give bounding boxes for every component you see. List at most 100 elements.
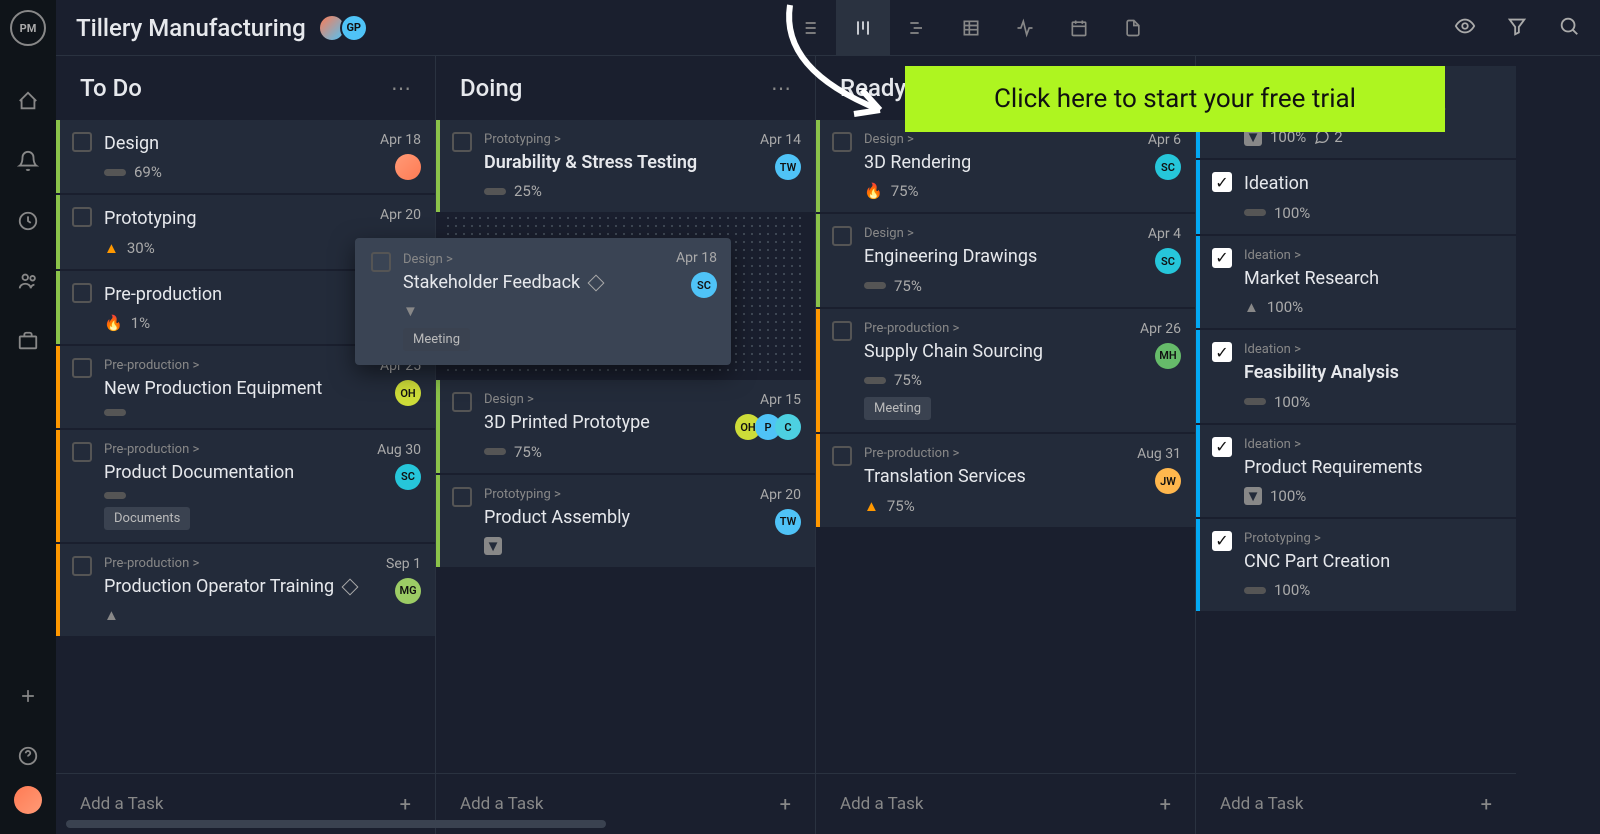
people-icon[interactable] [16,269,40,293]
help-icon[interactable] [16,744,40,768]
assignee-avatar[interactable]: MH [1155,343,1181,369]
card-date: Aug 30 [377,442,421,458]
member-avatar[interactable]: GP [340,14,368,42]
horizontal-scrollbar[interactable] [66,820,606,828]
task-checkbox[interactable] [452,487,472,507]
search-icon[interactable] [1558,15,1580,41]
card-title: 3D Rendering [864,151,971,174]
bell-icon[interactable] [16,149,40,173]
card-title: Engineering Drawings [864,245,1037,268]
assignee-avatar[interactable]: TW [775,154,801,180]
column-menu-icon[interactable]: ⋯ [391,76,411,100]
task-card[interactable]: Pre-production > Supply Chain Sourcing 7… [816,309,1195,432]
plus-icon: + [1481,792,1492,816]
task-card[interactable]: Design 69% Apr 18 [56,120,435,193]
briefcase-icon[interactable] [16,329,40,353]
task-checkbox[interactable] [832,132,852,152]
card-date: Apr 26 [1140,321,1181,337]
assignee-avatar[interactable]: SC [691,272,717,298]
task-card[interactable]: Pre-production > Translation Services ▲ … [816,434,1195,526]
task-checkbox[interactable] [72,132,92,152]
card-breadcrumb: Design > [864,226,1181,241]
assignee-avatar[interactable]: SC [1155,154,1181,180]
assignee-avatar[interactable] [395,154,421,180]
task-card[interactable]: ✓ Ideation 100% [1196,160,1516,233]
task-card[interactable]: Pre-production > Production Operator Tra… [56,544,435,636]
cta-banner[interactable]: Click here to start your free trial [905,66,1445,132]
card-title: Product Requirements [1244,456,1423,479]
assignee-avatar[interactable]: OH [395,380,421,406]
task-checkbox[interactable] [832,446,852,466]
assignee-avatar[interactable]: C [775,414,801,440]
task-checkbox[interactable]: ✓ [1212,437,1232,457]
task-card[interactable]: ✓ Prototyping > CNC Part Creation 100% [1196,519,1516,611]
card-title: Product Assembly [484,506,630,529]
milestone-icon [588,274,605,291]
app-logo[interactable]: PM [10,10,46,46]
task-card[interactable]: Pre-production > Product Documentation D… [56,430,435,542]
task-checkbox[interactable] [72,442,92,462]
assignee-avatar[interactable]: SC [1155,248,1181,274]
view-list-icon[interactable] [782,0,836,56]
task-card[interactable]: Design > 3D Rendering 🔥 75% Apr 6SC [816,120,1195,212]
card-title: Market Research [1244,267,1379,290]
task-checkbox[interactable] [72,358,92,378]
card-date: Apr 18 [380,132,421,148]
task-checkbox[interactable] [371,252,391,272]
task-checkbox[interactable] [452,392,472,412]
assignee-avatar[interactable]: SC [395,464,421,490]
task-checkbox[interactable] [452,132,472,152]
task-checkbox[interactable] [832,226,852,246]
task-card[interactable]: Prototyping > Product Assembly ▼ Apr 20T… [436,475,815,567]
home-icon[interactable] [16,89,40,113]
view-files-icon[interactable] [1106,0,1160,56]
column-menu-icon[interactable]: ⋯ [771,76,791,100]
card-date: Apr 6 [1148,132,1181,148]
view-gantt-icon[interactable] [890,0,944,56]
task-checkbox[interactable] [72,207,92,227]
add-task-button[interactable]: Add a Task+ [816,773,1195,834]
card-title: New Production Equipment [104,377,322,400]
filter-icon[interactable] [1506,15,1528,41]
task-checkbox[interactable]: ✓ [1212,342,1232,362]
view-board-icon[interactable] [836,0,890,56]
task-checkbox[interactable]: ✓ [1212,248,1232,268]
task-card[interactable]: ✓ Ideation > Market Research ▲ 100% [1196,236,1516,328]
card-percent: 75% [891,182,919,200]
priority-up-icon: ▲ [864,497,879,515]
card-date: Apr 15 [741,392,801,408]
priority-down-icon: ▼ [484,537,502,555]
chevron-down-icon[interactable]: ▼ [403,302,418,320]
card-title: Stakeholder Feedback [403,271,580,294]
eye-icon[interactable] [1454,15,1476,41]
user-avatar[interactable] [14,786,42,814]
view-sheet-icon[interactable] [944,0,998,56]
task-checkbox[interactable] [832,321,852,341]
task-checkbox[interactable] [72,283,92,303]
priority-none-icon [104,169,126,176]
task-checkbox[interactable] [72,556,92,576]
view-activity-icon[interactable] [998,0,1052,56]
task-card[interactable]: ✓ Ideation > Product Requirements ▼ 100% [1196,425,1516,517]
assignee-avatar[interactable]: MG [395,578,421,604]
add-task-button[interactable]: Add a Task+ [1196,773,1516,834]
card-breadcrumb: Design > [403,252,715,267]
task-card[interactable]: Design > Engineering Drawings 75% Apr 4S… [816,214,1195,306]
assignee-avatar[interactable]: JW [1155,468,1181,494]
avatar-stack[interactable]: GP [324,14,368,42]
clock-icon[interactable] [16,209,40,233]
task-checkbox[interactable]: ✓ [1212,172,1232,192]
board-column: To Do⋯ Design 69% Apr 18 [56,56,436,834]
task-checkbox[interactable]: ✓ [1212,531,1232,551]
task-card[interactable]: Design > 3D Printed Prototype 75% Apr 15… [436,380,815,472]
dragging-card[interactable]: Design > Stakeholder Feedback ▼ Meeting … [355,238,731,365]
card-percent: 100% [1274,581,1310,599]
add-icon[interactable] [16,684,40,708]
task-card[interactable]: ✓ Ideation > Feasibility Analysis 100% [1196,330,1516,422]
card-percent: 30% [127,239,155,257]
milestone-icon [342,578,359,595]
task-card[interactable]: Prototyping > Durability & Stress Testin… [436,120,815,212]
sidebar-nav: PM [0,0,56,834]
assignee-avatar[interactable]: TW [775,509,801,535]
view-calendar-icon[interactable] [1052,0,1106,56]
